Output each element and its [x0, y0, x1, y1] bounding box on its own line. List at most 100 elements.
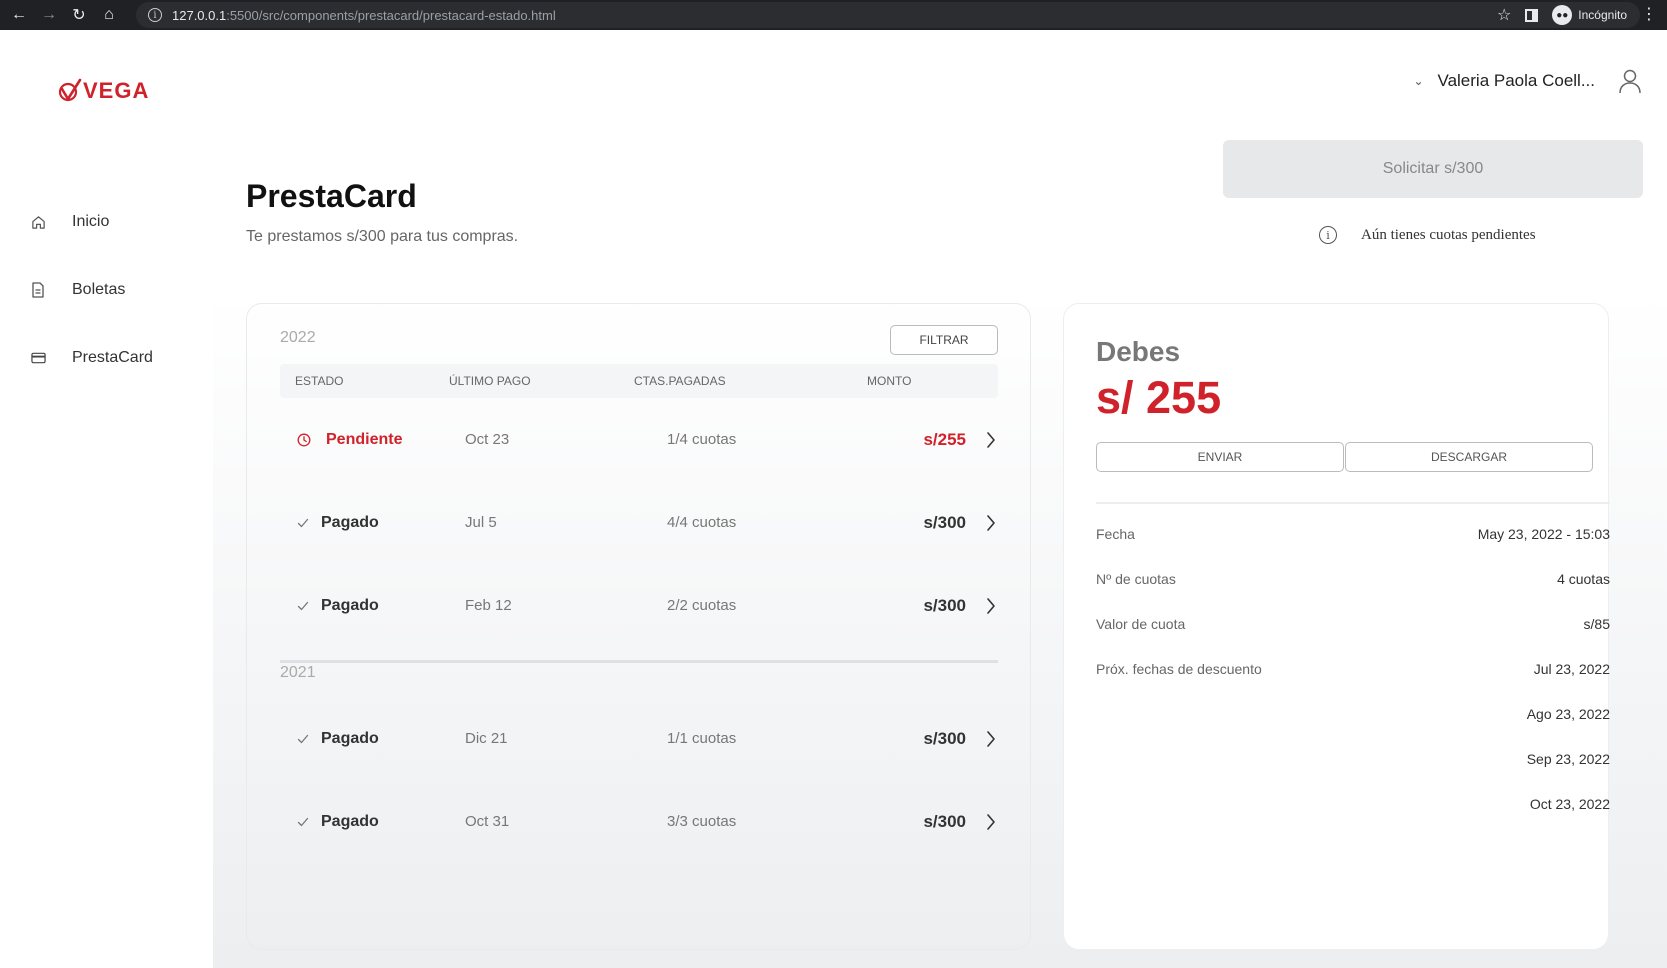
- table-row[interactable]: Pagado Oct 31 3/3 cuotas s/300: [280, 802, 998, 842]
- table-row[interactable]: Pendiente Oct 23 1/4 cuotas s/255: [280, 420, 998, 460]
- amount: s/300: [923, 729, 966, 748]
- brand-name: VEGA: [83, 78, 150, 103]
- detail-label: Nº de cuotas: [1096, 571, 1176, 587]
- back-icon[interactable]: ←: [8, 4, 30, 26]
- summary-divider: [1096, 502, 1610, 504]
- pending-notice-text: Aún tienes cuotas pendientes: [1361, 226, 1536, 243]
- user-name: Valeria Paola Coell...: [1437, 71, 1596, 90]
- year-label: 2022: [280, 329, 316, 346]
- pending-notice: i Aún tienes cuotas pendientes: [1319, 226, 1536, 244]
- reload-icon[interactable]: ↻: [68, 4, 90, 26]
- detail-label: Próx. fechas de descuento: [1096, 661, 1262, 677]
- column-header-estado: ESTADO: [295, 374, 344, 388]
- detail-row: Nº de cuotas 4 cuotas: [1096, 571, 1610, 587]
- last-payment: Dic 21: [465, 730, 508, 747]
- url-host: 127.0.0.1: [172, 7, 227, 23]
- detail-label: Valor de cuota: [1096, 616, 1186, 632]
- url-path: :5500/src/components/prestacard/prestaca…: [226, 7, 556, 23]
- status-label: Pagado: [321, 813, 379, 830]
- detail-row: Valor de cuota s/85: [1096, 616, 1610, 632]
- chevron-right-icon[interactable]: [986, 420, 996, 476]
- detail-row: Fecha May 23, 2022 - 15:03: [1096, 526, 1610, 542]
- amount: s/300: [923, 812, 966, 831]
- table-row[interactable]: Pagado Dic 21 1/1 cuotas s/300: [280, 719, 998, 759]
- sidebar-item-inicio[interactable]: Inicio: [30, 213, 109, 231]
- home-icon: [30, 214, 46, 230]
- chevron-right-icon[interactable]: [986, 503, 996, 559]
- column-header-ctas-pagadas: CTAS.PAGADAS: [634, 374, 726, 388]
- amount: s/255: [923, 430, 966, 449]
- check-icon: [297, 586, 311, 626]
- amount: s/300: [923, 596, 966, 615]
- detail-value: May 23, 2022 - 15:03: [1477, 526, 1610, 542]
- detail-row: Próx. fechas de descuento Jul 23, 2022: [1096, 661, 1610, 677]
- user-menu[interactable]: ⌄ Valeria Paola Coell...: [1413, 66, 1645, 96]
- detail-value: s/85: [1583, 616, 1610, 632]
- download-button[interactable]: DESCARGAR: [1345, 442, 1593, 472]
- incognito-icon: ●●: [1552, 5, 1573, 25]
- status-label: Pagado: [321, 730, 379, 747]
- installments: 1/4 cuotas: [667, 431, 737, 448]
- chevron-right-icon[interactable]: [986, 586, 996, 642]
- send-button[interactable]: ENVIAR: [1096, 442, 1344, 472]
- page-subtitle: Te prestamos s/300 para tus compras.: [246, 228, 519, 245]
- sidebar-item-label: Inicio: [72, 213, 110, 230]
- amount: s/300: [923, 513, 966, 532]
- page-title: PrestaCard: [246, 178, 417, 214]
- site-info-icon[interactable]: i: [148, 8, 162, 22]
- side-panel-icon[interactable]: [1525, 8, 1539, 22]
- sidebar-item-label: PrestaCard: [72, 349, 153, 366]
- info-icon: i: [1319, 226, 1337, 244]
- check-icon: [297, 503, 311, 543]
- year-label: 2021: [280, 664, 316, 681]
- table-header: ESTADO ÚLTIMO PAGO CTAS.PAGADAS MONTO: [280, 364, 998, 398]
- history-card: 2022 FILTRAR ESTADO ÚLTIMO PAGO CTAS.PAG…: [246, 303, 1031, 950]
- status-label: Pendiente: [326, 431, 403, 448]
- address-bar[interactable]: i 127.0.0.1:5500/src/components/prestaca…: [136, 2, 1640, 28]
- last-payment: Oct 31: [465, 813, 510, 830]
- user-avatar-icon[interactable]: [1615, 66, 1645, 96]
- detail-value: Ago 23, 2022: [1526, 706, 1610, 722]
- incognito-badge[interactable]: ●● Incógnito: [1552, 5, 1627, 25]
- sidebar: VEGA Inicio Boletas PrestaCard: [0, 30, 213, 968]
- last-payment: Oct 23: [465, 431, 510, 448]
- last-payment: Jul 5: [465, 514, 497, 531]
- vega-check-icon: [58, 78, 82, 102]
- browser-toolbar: ← → ↻ ⌂ i 127.0.0.1:5500/src/components/…: [0, 0, 1667, 30]
- status-label: Pagado: [321, 597, 379, 614]
- year-divider: [280, 660, 998, 663]
- chevron-right-icon[interactable]: [986, 719, 996, 775]
- detail-label: Fecha: [1096, 526, 1135, 542]
- summary-card: Debes s/ 255 ENVIAR DESCARGAR Fecha May …: [1063, 303, 1610, 950]
- detail-value: 4 cuotas: [1557, 571, 1610, 587]
- sidebar-item-prestacard[interactable]: PrestaCard: [30, 349, 153, 367]
- table-row[interactable]: Pagado Feb 12 2/2 cuotas s/300: [280, 586, 998, 626]
- chevron-right-icon[interactable]: [986, 802, 996, 858]
- browser-menu-icon[interactable]: ⋮: [1641, 7, 1657, 23]
- brand-logo[interactable]: VEGA: [58, 78, 149, 104]
- installments: 1/1 cuotas: [667, 730, 737, 747]
- bookmark-star-icon[interactable]: ☆: [1497, 5, 1511, 25]
- detail-value: Sep 23, 2022: [1526, 751, 1610, 767]
- column-header-monto: MONTO: [867, 374, 912, 388]
- status-label: Pagado: [321, 514, 379, 531]
- chevron-down-icon[interactable]: ⌄: [1413, 74, 1423, 88]
- clock-icon: [297, 420, 311, 460]
- home-page-icon[interactable]: ⌂: [98, 4, 120, 26]
- document-icon: [30, 282, 46, 298]
- sidebar-item-label: Boletas: [72, 281, 126, 298]
- main-content: ⌄ Valeria Paola Coell... PrestaCard Te p…: [213, 30, 1667, 968]
- column-header-ultimo-pago: ÚLTIMO PAGO: [449, 374, 531, 388]
- last-payment: Feb 12: [465, 597, 512, 614]
- sidebar-item-boletas[interactable]: Boletas: [30, 281, 125, 299]
- installments: 2/2 cuotas: [667, 597, 737, 614]
- card-icon: [30, 350, 46, 366]
- amount-due: s/ 255: [1096, 372, 1222, 423]
- incognito-label: Incógnito: [1578, 8, 1627, 22]
- detail-value: Oct 23, 2022: [1529, 796, 1610, 812]
- check-icon: [297, 802, 311, 842]
- request-loan-button[interactable]: Solicitar s/300: [1223, 140, 1643, 198]
- forward-icon[interactable]: →: [38, 4, 60, 26]
- table-row[interactable]: Pagado Jul 5 4/4 cuotas s/300: [280, 503, 998, 543]
- filter-button[interactable]: FILTRAR: [890, 325, 998, 355]
